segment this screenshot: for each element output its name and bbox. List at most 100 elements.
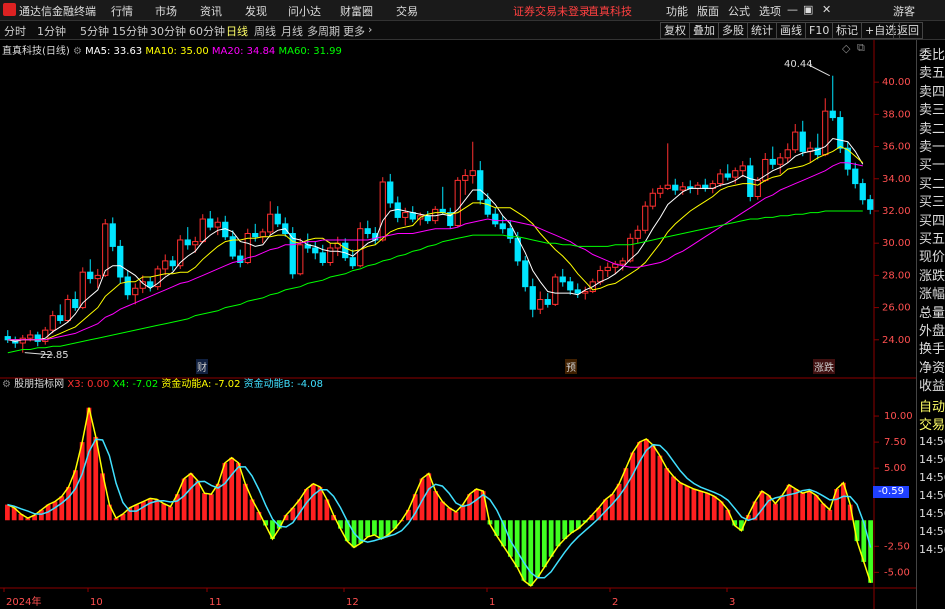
close-icon[interactable]: ✕ <box>822 3 831 16</box>
restore-icon[interactable]: ▣ <box>803 3 813 16</box>
tab-5min[interactable]: 5分钟 <box>80 23 109 39</box>
chart-area[interactable]: 40.00 38.00 36.00 34.00 32.00 30.00 28.00 26.00… <box>0 40 916 609</box>
indicator-bar <box>79 442 85 521</box>
candle-body <box>867 199 874 210</box>
tab-30min[interactable]: 30分钟 <box>150 23 186 39</box>
main-chart-grid <box>0 40 916 609</box>
side-time-5: 14:56 <box>919 507 945 520</box>
side-zhangfu[interactable]: 涨幅 <box>919 283 945 302</box>
btn-duogu[interactable]: 多股 <box>718 22 748 39</box>
side-buy2[interactable]: 买二 <box>919 173 945 192</box>
indicator-bar <box>705 493 710 521</box>
indicator-bar <box>222 462 228 521</box>
side-weibi[interactable]: 委比 <box>919 44 945 63</box>
menu-caifuquan[interactable]: 财富圈 <box>340 3 373 19</box>
candle-body <box>124 276 131 296</box>
menu-banmian[interactable]: 版面 <box>697 3 719 19</box>
stock-title: 直真科技(日线) <box>2 46 70 57</box>
stock-name-link[interactable]: 直真科技 <box>588 3 632 19</box>
btn-back[interactable]: 返回 <box>893 22 923 39</box>
candle-body <box>162 260 169 270</box>
candle-body <box>27 334 34 339</box>
tab-monthly[interactable]: 月线 <box>281 23 303 39</box>
indicator-bar <box>433 491 438 521</box>
sub-y-tick-label: 7.50 <box>884 437 906 448</box>
tab-more[interactable]: 更多 <box>343 23 365 39</box>
more-chevron-icon[interactable]: › <box>368 23 372 36</box>
side-zongliang[interactable]: 总量 <box>919 302 945 321</box>
side-waipan[interactable]: 外盘 <box>919 320 945 339</box>
tab-fenshi[interactable]: 分时 <box>4 23 26 39</box>
candle-body <box>619 260 626 265</box>
menu-hangqing[interactable]: 行情 <box>111 3 133 19</box>
side-xianjia[interactable]: 现价 <box>919 246 945 265</box>
guest-login[interactable]: 游客 <box>893 3 915 19</box>
menu-shichang[interactable]: 市场 <box>155 3 177 19</box>
side-time-3: 14:56 <box>919 471 945 484</box>
indicator-title: 股朋指标网 <box>14 379 65 390</box>
x-tick-label: 1 <box>489 597 495 608</box>
menu-jiaoyi[interactable]: 交易 <box>396 3 418 19</box>
side-jingzi[interactable]: 净资 <box>919 357 945 376</box>
btn-huaxian[interactable]: 画线 <box>776 22 806 39</box>
side-buy5[interactable]: 买五 <box>919 228 945 247</box>
btn-diejia[interactable]: 叠加 <box>689 22 719 39</box>
indicator-bar <box>72 470 78 521</box>
diamond-icon[interactable]: ◇ <box>842 42 850 55</box>
side-buy4[interactable]: 买四 <box>919 210 945 229</box>
indicator-bar <box>521 520 527 581</box>
expand-icon[interactable]: ⧉ <box>857 41 865 55</box>
tab-weekly[interactable]: 周线 <box>254 23 276 39</box>
event-marker-yu[interactable]: 预 <box>565 359 577 374</box>
candle-body <box>387 181 394 204</box>
menu-faxian[interactable]: 发现 <box>245 3 267 19</box>
candle-body <box>357 228 364 267</box>
menu-gongneng[interactable]: 功能 <box>666 3 688 19</box>
candle-body <box>769 158 776 165</box>
indicator-bar <box>134 504 139 521</box>
tab-1min[interactable]: 1分钟 <box>37 23 66 39</box>
tab-multi-period[interactable]: 多周期 <box>307 23 340 39</box>
trade-login-warning[interactable]: 证券交易未登录 <box>513 3 590 19</box>
tab-60min[interactable]: 60分钟 <box>189 23 225 39</box>
settings-gear-icon[interactable]: ⚙ <box>73 46 82 57</box>
candle-body <box>559 276 566 283</box>
side-shouyi[interactable]: 收益 <box>919 375 945 394</box>
indicator-bar <box>229 457 235 521</box>
indicator-gear-icon[interactable]: ⚙ <box>2 379 11 390</box>
candle-body <box>184 239 191 246</box>
side-huanshou[interactable]: 换手 <box>919 338 945 357</box>
indicator-bar <box>807 491 812 521</box>
side-trade[interactable]: 交易 <box>919 414 945 433</box>
event-marker-zhangdie[interactable]: 涨跌 <box>813 359 835 374</box>
menu-gongshi[interactable]: 公式 <box>728 3 750 19</box>
indicator-bar <box>188 473 194 521</box>
side-buy1[interactable]: 买一 <box>919 154 945 173</box>
side-sell3[interactable]: 卖三 <box>919 99 945 118</box>
tab-daily[interactable]: 日线 <box>226 23 248 39</box>
menu-xuanxiang[interactable]: 选项 <box>759 3 781 19</box>
side-time-4: 14:56 <box>919 489 945 502</box>
side-sell5[interactable]: 卖五 <box>919 62 945 81</box>
side-zhangdie[interactable]: 涨跌 <box>919 265 945 284</box>
menu-zixun[interactable]: 资讯 <box>200 3 222 19</box>
side-sell1[interactable]: 卖一 <box>919 136 945 155</box>
btn-fuquan[interactable]: 复权 <box>660 22 690 39</box>
side-buy3[interactable]: 买三 <box>919 191 945 210</box>
tab-15min[interactable]: 15分钟 <box>112 23 148 39</box>
btn-tongji[interactable]: 统计 <box>747 22 777 39</box>
candle-body <box>342 242 349 259</box>
candle-body <box>462 175 469 181</box>
event-marker-cai[interactable]: 财 <box>196 359 208 374</box>
menu-wenxiaoda[interactable]: 问小达 <box>288 3 321 19</box>
fund-momentum-a-label: 资金动能A: -7.02 <box>161 379 241 390</box>
minimize-icon[interactable]: — <box>787 3 798 16</box>
candle-body <box>537 299 544 310</box>
side-auto-trade[interactable]: 自动 <box>919 396 945 415</box>
side-sell2[interactable]: 卖二 <box>919 118 945 137</box>
side-sell4[interactable]: 卖四 <box>919 81 945 100</box>
btn-biaoji[interactable]: 标记 <box>832 22 862 39</box>
x-tick-label: 2024年 <box>6 595 41 608</box>
indicator-bar <box>365 520 371 537</box>
btn-f10[interactable]: F10 <box>805 22 834 39</box>
